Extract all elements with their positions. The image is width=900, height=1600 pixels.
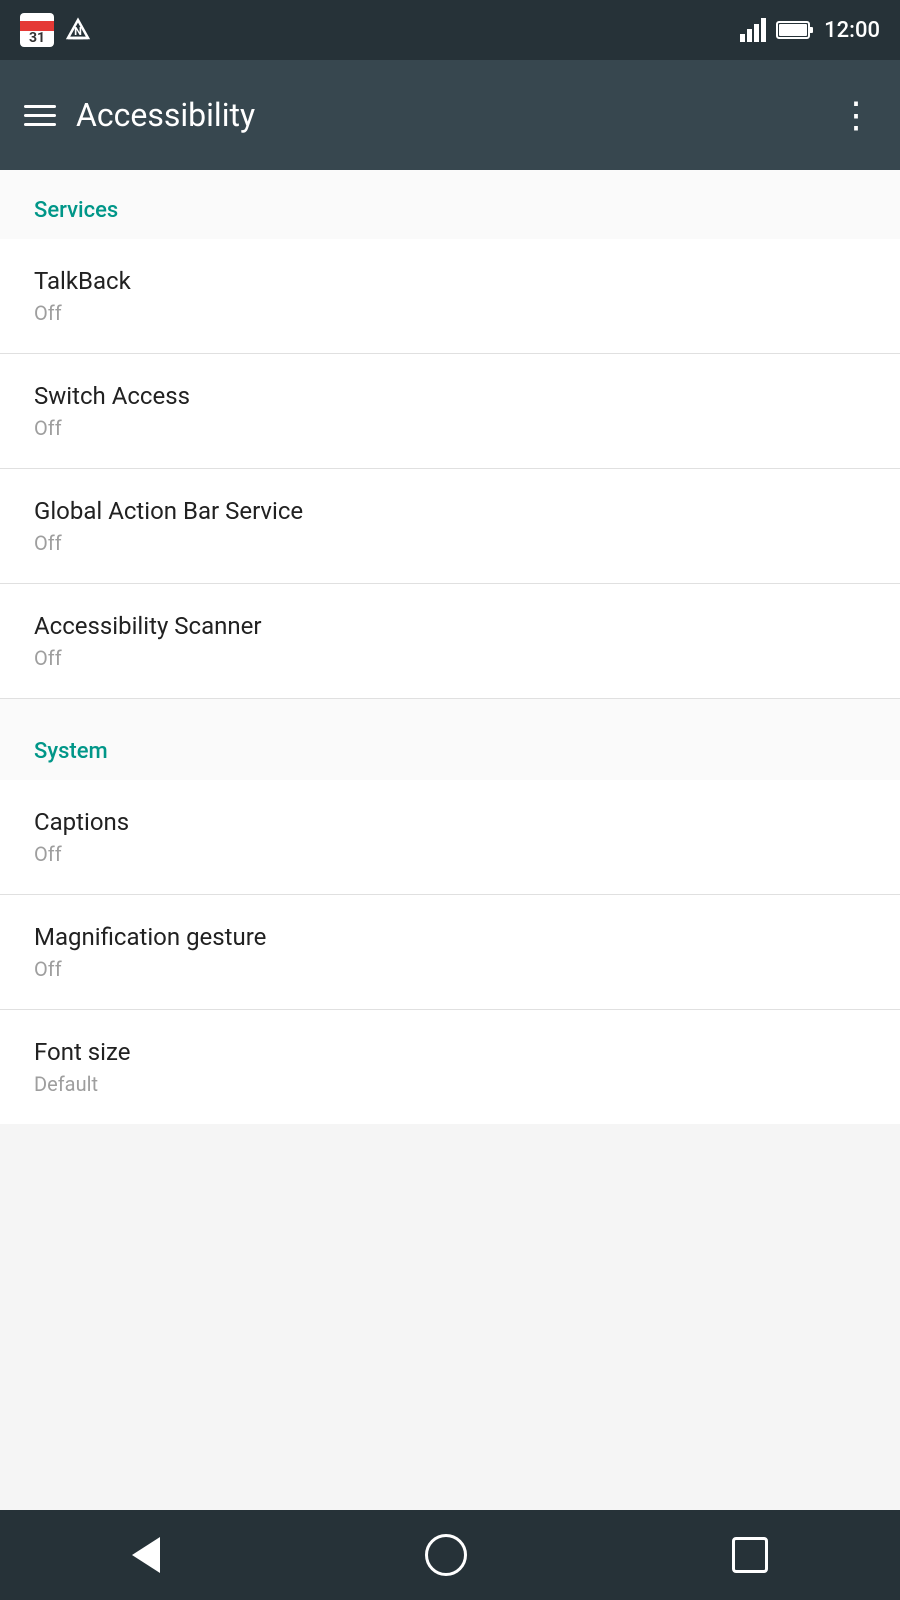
switch-access-item[interactable]: Switch Access Off [0,354,900,469]
signal-icon [740,18,766,42]
font-size-value: Default [34,1072,866,1096]
app-title: Accessibility [76,96,255,134]
switch-access-title: Switch Access [34,382,866,410]
system-header-text: System [34,739,108,764]
calendar-day: 31 [29,31,45,47]
accessibility-scanner-title: Accessibility Scanner [34,612,866,640]
talkback-item[interactable]: TalkBack Off [0,239,900,354]
status-bar: 31 N 12:00 [0,0,900,60]
magnification-gesture-title: Magnification gesture [34,923,866,951]
font-size-title: Font size [34,1038,866,1066]
captions-title: Captions [34,808,866,836]
nav-recent-button[interactable] [732,1537,768,1573]
status-bar-left: 31 N [20,13,92,47]
talkback-title: TalkBack [34,267,866,295]
nav-back-button[interactable] [132,1537,160,1573]
services-section-header: Services [0,170,900,239]
global-action-bar-value: Off [34,531,866,555]
svg-text:N: N [74,25,82,38]
global-action-bar-item[interactable]: Global Action Bar Service Off [0,469,900,584]
bottom-navigation [0,1510,900,1600]
content-area: Services TalkBack Off Switch Access Off … [0,170,900,1124]
app-bar: Accessibility ⋮ [0,60,900,170]
captions-value: Off [34,842,866,866]
more-options-button[interactable]: ⋮ [838,94,876,136]
global-action-bar-title: Global Action Bar Service [34,497,866,525]
status-bar-right: 12:00 [740,18,880,43]
app-bar-left: Accessibility [24,96,255,134]
talkback-value: Off [34,301,866,325]
captions-item[interactable]: Captions Off [0,780,900,895]
font-size-item[interactable]: Font size Default [0,1010,900,1124]
magnification-gesture-item[interactable]: Magnification gesture Off [0,895,900,1010]
battery-icon [776,19,814,41]
menu-button[interactable] [24,105,56,126]
services-header-text: Services [34,198,118,223]
switch-access-value: Off [34,416,866,440]
magnification-gesture-value: Off [34,957,866,981]
nav-home-button[interactable] [425,1534,467,1576]
status-time: 12:00 [824,18,880,43]
accessibility-scanner-item[interactable]: Accessibility Scanner Off [0,584,900,699]
system-section-header: System [0,711,900,780]
calendar-icon: 31 [20,13,54,47]
notification-icon: N [64,16,92,44]
accessibility-scanner-value: Off [34,646,866,670]
